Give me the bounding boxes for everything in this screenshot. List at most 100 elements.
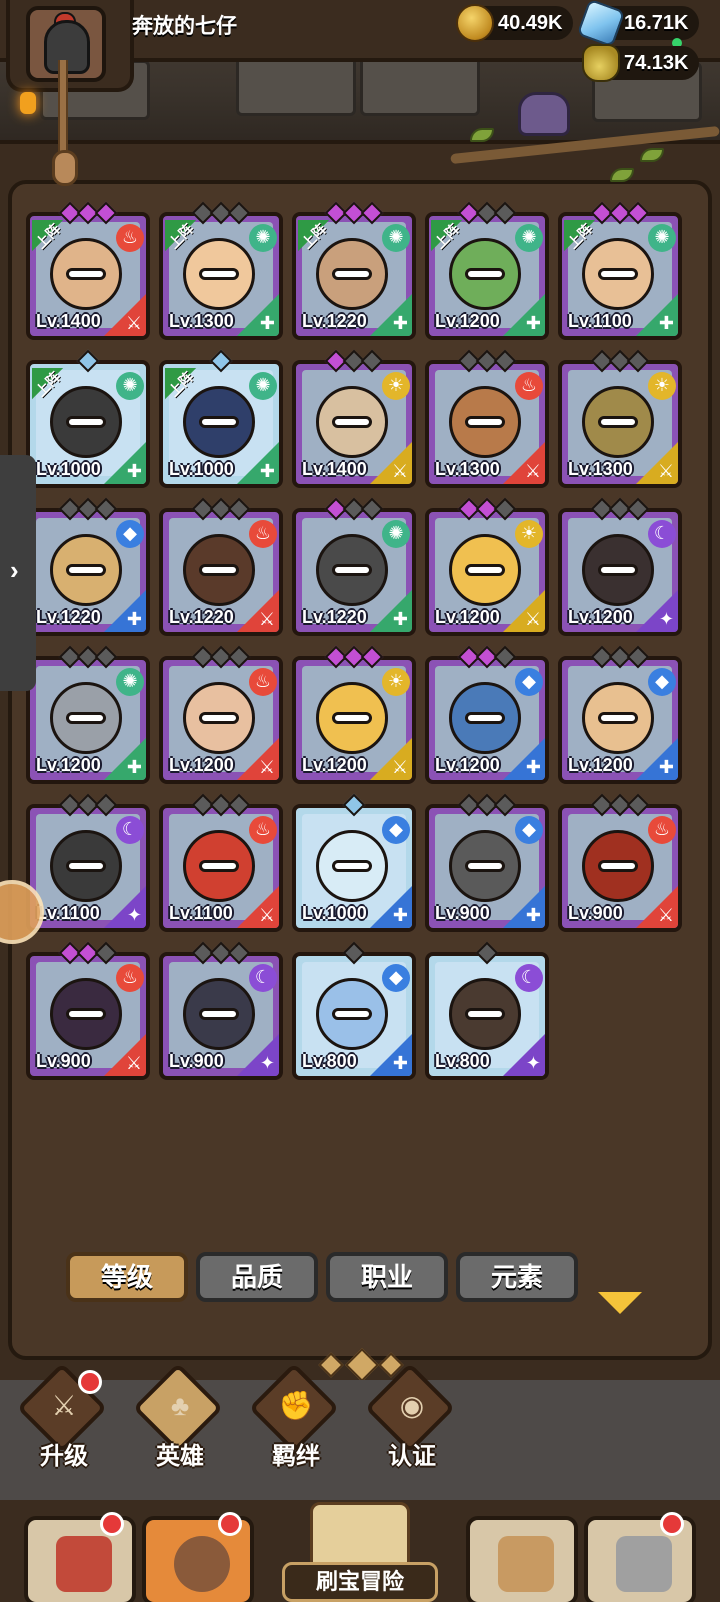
hero-card[interactable]: ☾ ✦ Lv.900 bbox=[159, 941, 283, 1080]
hero-card[interactable]: ◆ ✚ Lv.800 bbox=[292, 941, 416, 1080]
hero-card[interactable]: ✺ ✚ Lv.1300 上阵 bbox=[159, 201, 283, 340]
subnav-heroes[interactable]: ♣ 英雄 bbox=[132, 1362, 228, 1476]
potion-amount: 74.13K bbox=[624, 52, 689, 74]
sort-order-arrow-icon[interactable] bbox=[598, 1292, 642, 1314]
eye-icon: ◉ bbox=[399, 1390, 425, 1421]
sort-tab-level[interactable]: 等级 bbox=[66, 1252, 188, 1302]
water-element-icon: ◆ bbox=[515, 668, 543, 696]
stone-block bbox=[236, 54, 356, 116]
hero-card[interactable]: ☀ ⚔ Lv.1200 bbox=[292, 645, 416, 784]
gold-counter[interactable]: 40.49K bbox=[456, 4, 573, 42]
hero-level: Lv.1000 bbox=[302, 903, 367, 923]
fire-element-icon: ♨ bbox=[249, 668, 277, 696]
hero-eyes bbox=[199, 268, 239, 280]
backpack-icon bbox=[498, 1536, 554, 1592]
hero-card[interactable]: ♨ ⚔ Lv.1200 bbox=[159, 645, 283, 784]
hero-eyes bbox=[465, 268, 505, 280]
tree-icon: ♣ bbox=[170, 1390, 190, 1421]
hero-level: Lv.1000 bbox=[169, 459, 234, 479]
fire-element-icon: ♨ bbox=[249, 816, 277, 844]
stone-block bbox=[360, 54, 480, 116]
water-element-icon: ◆ bbox=[515, 816, 543, 844]
hero-card[interactable]: ✺ ✚ Lv.1220 上阵 bbox=[292, 201, 416, 340]
hero-eyes bbox=[199, 416, 239, 428]
hero-eyes bbox=[332, 1008, 372, 1020]
hero-card[interactable]: ♨ ⚔ Lv.900 bbox=[558, 793, 682, 932]
star-diamond-icon bbox=[76, 349, 100, 373]
sort-tab-element[interactable]: 元素 bbox=[456, 1252, 578, 1302]
subnav-bonds[interactable]: ✊ 羁绊 bbox=[248, 1362, 344, 1476]
hero-level: Lv.1100 bbox=[169, 903, 233, 923]
hero-card[interactable]: ☾ ✦ Lv.800 bbox=[425, 941, 549, 1080]
star-diamonds bbox=[324, 941, 384, 965]
gold-amount: 40.49K bbox=[498, 12, 563, 34]
water-element-icon: ◆ bbox=[116, 520, 144, 548]
class-icon: ✚ bbox=[392, 905, 408, 925]
hero-card[interactable]: ♨ ⚔ Lv.1220 bbox=[159, 497, 283, 636]
subnav-certify[interactable]: ◉ 认证 bbox=[364, 1362, 460, 1476]
star-diamonds bbox=[58, 349, 118, 373]
sort-tab-quality[interactable]: 品质 bbox=[196, 1252, 318, 1302]
hero-level: Lv.1200 bbox=[568, 607, 633, 627]
hero-eyes bbox=[598, 564, 638, 576]
hero-level: Lv.1300 bbox=[435, 459, 500, 479]
nav-heroes[interactable] bbox=[142, 1512, 254, 1602]
star-diamonds bbox=[191, 497, 251, 521]
hero-card[interactable]: ◆ ✚ Lv.1000 bbox=[292, 793, 416, 932]
hero-card[interactable]: ♨ ⚔ Lv.1400 上阵 bbox=[26, 201, 150, 340]
star-diamonds bbox=[590, 349, 650, 373]
potion-counter[interactable]: 74.13K bbox=[582, 44, 699, 82]
hero-card[interactable]: ✺ ✚ Lv.1220 bbox=[292, 497, 416, 636]
class-icon: ✚ bbox=[392, 609, 408, 629]
nav-forge[interactable] bbox=[584, 1512, 696, 1602]
hero-card[interactable]: ✺ ✚ Lv.1100 上阵 bbox=[558, 201, 682, 340]
hero-card[interactable]: ☀ ⚔ Lv.1300 bbox=[558, 349, 682, 488]
hero-card[interactable]: ✺ ✚ Lv.1000 上阵 bbox=[26, 349, 150, 488]
nav-backpack[interactable] bbox=[466, 1516, 578, 1602]
hero-card[interactable]: ☾ ✦ Lv.1200 bbox=[558, 497, 682, 636]
rope-knot-decoration bbox=[52, 150, 78, 186]
hero-card[interactable]: ✺ ✚ Lv.1200 上阵 bbox=[425, 201, 549, 340]
star-diamond-icon bbox=[493, 645, 517, 669]
side-expand-tab[interactable]: › bbox=[0, 455, 36, 691]
hero-card[interactable]: ✺ ✚ Lv.1000 上阵 bbox=[159, 349, 283, 488]
water-element-icon: ◆ bbox=[648, 668, 676, 696]
hero-level: Lv.900 bbox=[169, 1051, 224, 1071]
class-icon: ⚔ bbox=[524, 461, 541, 481]
hero-card[interactable]: ☀ ⚔ Lv.1400 bbox=[292, 349, 416, 488]
red-dot-badge bbox=[218, 1512, 242, 1536]
hero-card[interactable]: ☀ ⚔ Lv.1200 bbox=[425, 497, 549, 636]
class-icon: ⚔ bbox=[657, 461, 674, 481]
hero-level: Lv.1220 bbox=[302, 311, 367, 331]
subnav-bonds-label: 羁绊 bbox=[272, 1443, 320, 1470]
subnav-upgrade[interactable]: ⚔ 升级 bbox=[16, 1362, 112, 1476]
gem-counter[interactable]: 16.71K bbox=[576, 0, 699, 48]
wind-element-icon: ✺ bbox=[382, 224, 410, 252]
hero-card[interactable]: ◆ ✚ Lv.1200 bbox=[558, 645, 682, 784]
hero-card[interactable]: ◆ ✚ Lv.1220 bbox=[26, 497, 150, 636]
water-element-icon: ◆ bbox=[382, 816, 410, 844]
hero-eyes bbox=[598, 416, 638, 428]
star-diamonds bbox=[324, 497, 384, 521]
hero-card[interactable]: ☾ ✦ Lv.1100 bbox=[26, 793, 150, 932]
hero-card[interactable]: ✺ ✚ Lv.1200 bbox=[26, 645, 150, 784]
star-diamonds bbox=[58, 645, 118, 669]
class-icon: ⚔ bbox=[391, 461, 408, 481]
gold-coin-icon bbox=[456, 4, 494, 42]
hero-card[interactable]: ♨ ⚔ Lv.1300 bbox=[425, 349, 549, 488]
nav-adventure[interactable]: 刷宝冒险 bbox=[262, 1502, 458, 1602]
hero-card[interactable]: ♨ ⚔ Lv.900 bbox=[26, 941, 150, 1080]
hero-card[interactable]: ◆ ✚ Lv.900 bbox=[425, 793, 549, 932]
adventure-label: 刷宝冒险 bbox=[282, 1562, 438, 1602]
class-icon: ✚ bbox=[392, 313, 408, 333]
sort-tab-class[interactable]: 职业 bbox=[326, 1252, 448, 1302]
subnav-certify-label: 认证 bbox=[388, 1443, 436, 1470]
star-diamonds bbox=[58, 793, 118, 817]
hero-level: Lv.1200 bbox=[568, 755, 633, 775]
nav-shop[interactable] bbox=[24, 1512, 136, 1602]
hero-eyes bbox=[598, 268, 638, 280]
subnav-upgrade-label: 升级 bbox=[40, 1443, 88, 1470]
gem-amount: 16.71K bbox=[624, 12, 689, 34]
hero-card[interactable]: ♨ ⚔ Lv.1100 bbox=[159, 793, 283, 932]
hero-card[interactable]: ◆ ✚ Lv.1200 bbox=[425, 645, 549, 784]
